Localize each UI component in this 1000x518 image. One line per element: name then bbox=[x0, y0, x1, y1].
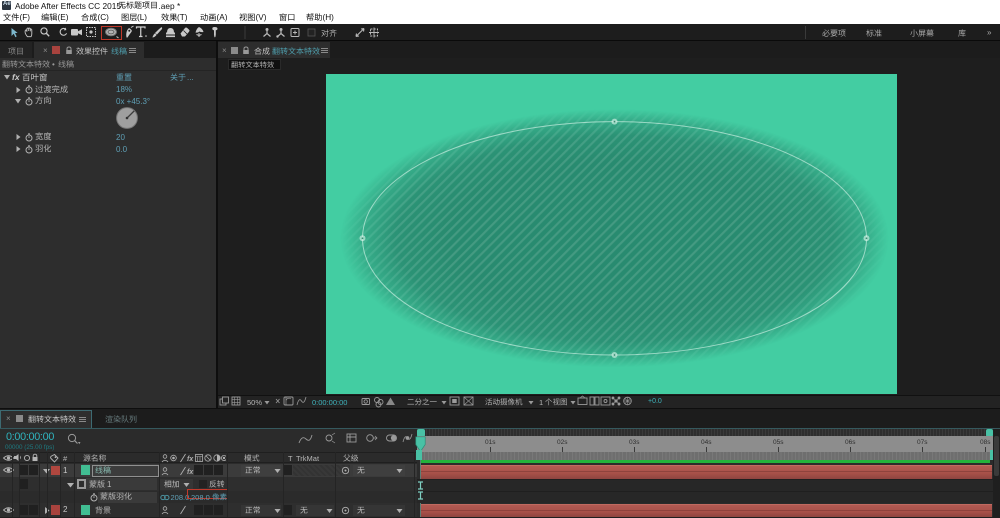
svg-text:fx: fx bbox=[187, 456, 194, 463]
